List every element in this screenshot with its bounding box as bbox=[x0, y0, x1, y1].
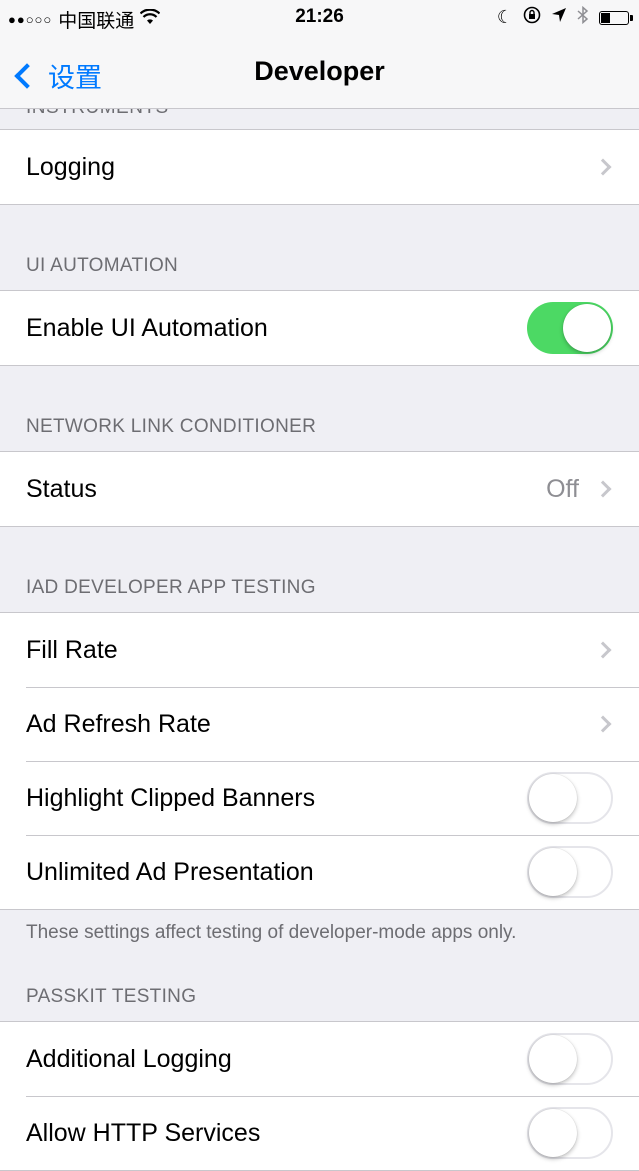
switch-knob bbox=[563, 304, 611, 352]
section-header-instruments: INSTRUMENTS bbox=[0, 109, 639, 129]
passkit-group: Additional Logging Allow HTTP Services bbox=[0, 1021, 639, 1171]
instruments-group: Logging bbox=[0, 129, 639, 205]
status-label: Status bbox=[26, 474, 97, 503]
unlimited-ad-presentation-switch[interactable] bbox=[527, 846, 613, 898]
section-header-passkit: PASSKIT TESTING bbox=[26, 986, 197, 1007]
iad-group: Fill Rate Ad Refresh Rate Highlight Clip… bbox=[0, 612, 639, 910]
network-group: Status Off bbox=[0, 451, 639, 527]
fill-rate-label: Fill Rate bbox=[26, 635, 118, 664]
ui-automation-group: Enable UI Automation bbox=[0, 290, 639, 366]
chevron-right-icon bbox=[594, 158, 612, 176]
moon-icon: ☾ bbox=[496, 7, 513, 27]
logging-row[interactable]: Logging bbox=[0, 130, 639, 204]
switch-knob bbox=[529, 774, 577, 822]
allow-http-services-switch[interactable] bbox=[527, 1107, 613, 1159]
switch-knob bbox=[529, 848, 577, 896]
allow-http-services-label: Allow HTTP Services bbox=[26, 1118, 261, 1147]
chevron-right-icon bbox=[594, 715, 612, 733]
settings-list[interactable]: INSTRUMENTS Logging UI AUTOMATION Enable… bbox=[0, 109, 639, 1171]
status-value: Off bbox=[546, 474, 579, 503]
highlight-clipped-banners-switch[interactable] bbox=[527, 772, 613, 824]
status-icons: ☾ bbox=[496, 5, 633, 29]
highlight-clipped-banners-row: Highlight Clipped Banners bbox=[0, 761, 639, 835]
enable-ui-automation-label: Enable UI Automation bbox=[26, 313, 268, 342]
bluetooth-icon bbox=[577, 5, 589, 29]
enable-ui-automation-switch[interactable] bbox=[527, 302, 613, 354]
location-arrow-icon bbox=[551, 7, 567, 28]
enable-ui-automation-row: Enable UI Automation bbox=[0, 291, 639, 365]
section-header-ui-automation: UI AUTOMATION bbox=[26, 255, 179, 276]
logging-label: Logging bbox=[26, 152, 115, 181]
ad-refresh-rate-row[interactable]: Ad Refresh Rate bbox=[0, 687, 639, 761]
battery-icon bbox=[599, 10, 633, 25]
additional-logging-switch[interactable] bbox=[527, 1033, 613, 1085]
status-row[interactable]: Status Off bbox=[0, 452, 639, 526]
rotation-lock-icon bbox=[523, 6, 541, 29]
section-header-iad: IAD DEVELOPER APP TESTING bbox=[26, 577, 316, 598]
additional-logging-label: Additional Logging bbox=[26, 1044, 232, 1073]
page-title: Developer bbox=[254, 56, 385, 86]
highlight-clipped-banners-label: Highlight Clipped Banners bbox=[26, 783, 316, 812]
chevron-right-icon bbox=[594, 480, 612, 498]
additional-logging-row: Additional Logging bbox=[0, 1022, 639, 1096]
navigation-bar: 设置 Developer bbox=[0, 36, 639, 109]
switch-knob bbox=[529, 1035, 577, 1083]
iad-footer-note: These settings affect testing of develop… bbox=[26, 922, 517, 943]
fill-rate-row[interactable]: Fill Rate bbox=[0, 613, 639, 687]
status-bar: ●●○○○ 中国联通 21:26 ☾ bbox=[0, 0, 639, 36]
ad-refresh-rate-label: Ad Refresh Rate bbox=[26, 709, 211, 738]
chevron-right-icon bbox=[594, 641, 612, 659]
allow-http-services-row: Allow HTTP Services bbox=[0, 1096, 639, 1170]
section-header-network: NETWORK LINK CONDITIONER bbox=[26, 416, 317, 437]
switch-knob bbox=[529, 1109, 577, 1157]
unlimited-ad-presentation-label: Unlimited Ad Presentation bbox=[26, 857, 314, 886]
unlimited-ad-presentation-row: Unlimited Ad Presentation bbox=[0, 835, 639, 909]
